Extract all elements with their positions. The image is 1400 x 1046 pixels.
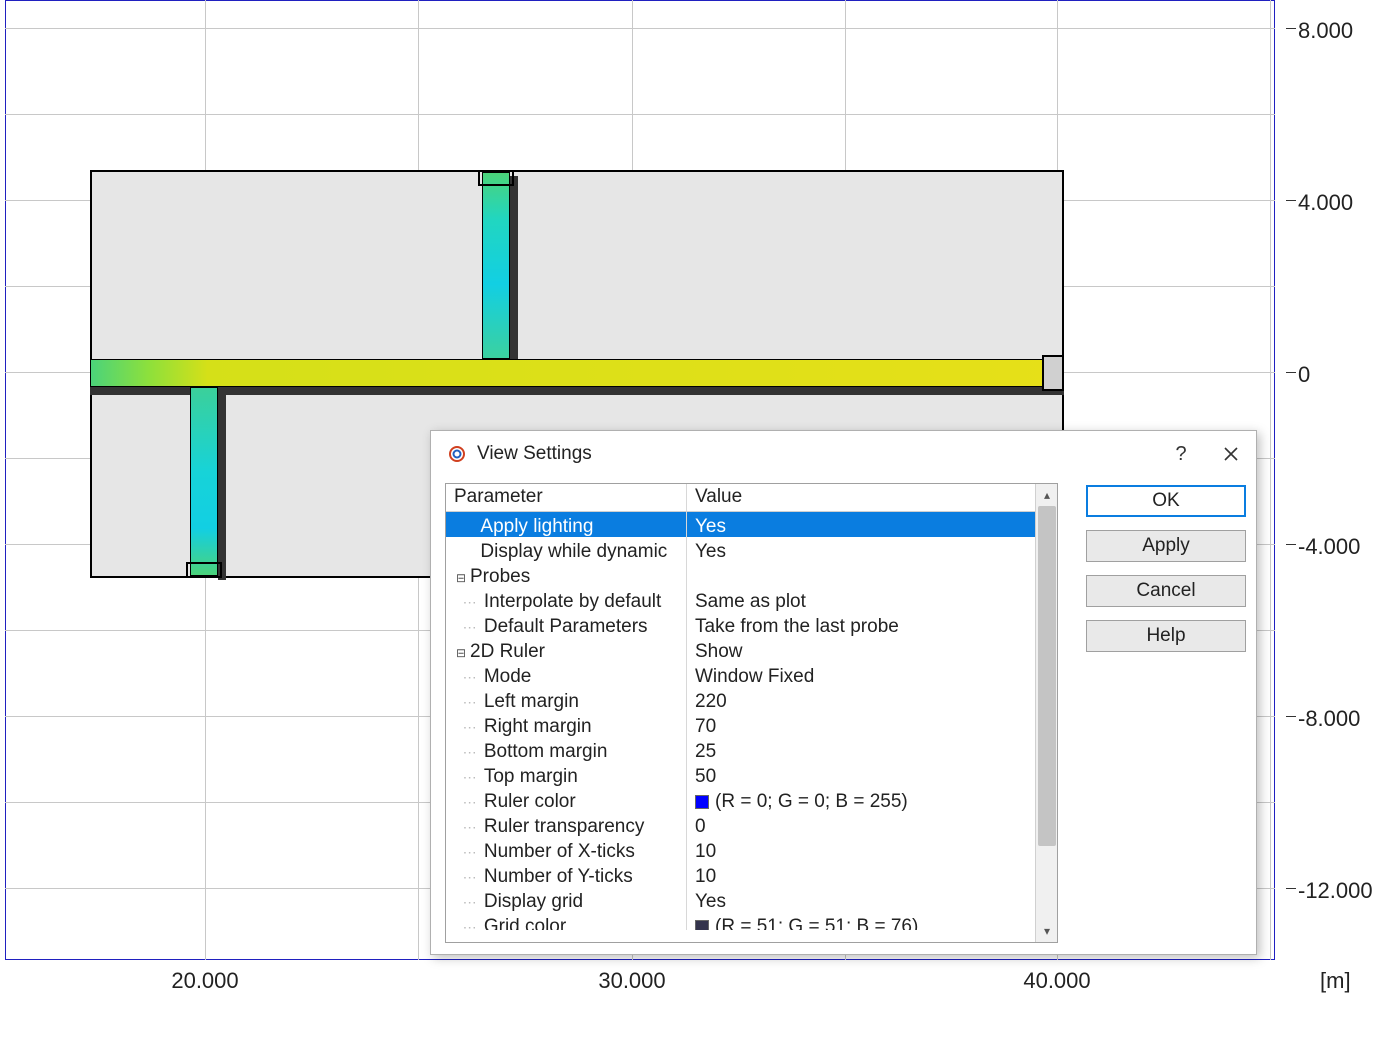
dialog-titlebar[interactable]: View Settings ? — [431, 431, 1256, 477]
axis-unit: [m] — [1320, 968, 1351, 994]
param-name[interactable]: ⋯ Ruler color — [446, 787, 686, 812]
param-name[interactable]: ⋯ Top margin — [446, 762, 686, 787]
param-name[interactable]: ⋯ Number of Y-ticks — [446, 862, 686, 887]
settings-grid[interactable]: Parameter Value Apply lightingYes Displa… — [445, 483, 1058, 943]
settings-row[interactable]: ⋯ Ruler transparency0 — [446, 812, 1057, 837]
param-value[interactable]: Yes — [686, 512, 1057, 537]
close-button[interactable] — [1206, 431, 1256, 477]
settings-row[interactable]: ⋯ Number of X-ticks10 — [446, 837, 1057, 862]
column-header-value[interactable]: Value — [686, 484, 1057, 511]
cancel-button[interactable]: Cancel — [1086, 575, 1246, 607]
param-value[interactable]: Yes — [686, 887, 1057, 912]
y-tick-label: -12.000 — [1298, 878, 1373, 904]
beam-shadow — [90, 387, 1064, 395]
settings-row[interactable]: ⋯ Grid color(R = 51; G = 51; B = 76) — [446, 912, 1057, 930]
param-name[interactable]: ⋯ Ruler transparency — [446, 812, 686, 837]
x-tick-label: 30.000 — [598, 968, 665, 994]
settings-row[interactable]: ⋯ Display gridYes — [446, 887, 1057, 912]
settings-row[interactable]: ⋯ Right margin70 — [446, 712, 1057, 737]
ok-button[interactable]: OK — [1086, 485, 1246, 517]
param-value[interactable]: Show — [686, 637, 1057, 662]
gridline-h — [5, 28, 1275, 29]
param-name[interactable]: ⋯ Bottom margin — [446, 737, 686, 762]
y-tick-label: -8.000 — [1298, 706, 1360, 732]
gridline-v — [1270, 0, 1271, 960]
y-tick-mark — [1286, 888, 1296, 889]
color-swatch — [695, 795, 709, 809]
app-icon — [447, 444, 467, 464]
x-tick-label: 40.000 — [1023, 968, 1090, 994]
view-settings-dialog[interactable]: View Settings ? Parameter Value Apply li… — [430, 430, 1257, 955]
settings-row[interactable]: ⋯ Ruler color(R = 0; G = 0; B = 255) — [446, 787, 1057, 812]
y-tick-mark — [1286, 716, 1296, 717]
y-tick-mark — [1286, 28, 1296, 29]
y-tick-mark — [1286, 544, 1296, 545]
y-tick-mark — [1286, 372, 1296, 373]
apply-button[interactable]: Apply — [1086, 530, 1246, 562]
beam-shadow — [510, 176, 518, 363]
help-dialog-button[interactable]: Help — [1086, 620, 1246, 652]
y-tick-label: 0 — [1298, 362, 1310, 388]
beam-end-cap[interactable] — [478, 170, 514, 186]
settings-row[interactable]: ⋯ Number of Y-ticks10 — [446, 862, 1057, 887]
settings-row[interactable]: ⋯ Top margin50 — [446, 762, 1057, 787]
beam-shadow — [218, 395, 226, 580]
settings-row[interactable]: ⋯ Bottom margin25 — [446, 737, 1057, 762]
settings-row[interactable]: ⊟Probes — [446, 562, 1057, 587]
settings-row[interactable]: Apply lightingYes — [446, 512, 1057, 537]
y-tick-label: 8.000 — [1298, 18, 1353, 44]
settings-row[interactable]: ⊟2D RulerShow — [446, 637, 1057, 662]
settings-row[interactable]: ⋯ Interpolate by defaultSame as plot — [446, 587, 1057, 612]
param-name[interactable]: ⋯ Number of X-ticks — [446, 837, 686, 862]
param-name[interactable]: ⊟Probes — [446, 562, 686, 587]
x-tick-label: 20.000 — [171, 968, 238, 994]
param-name[interactable]: ⋯ Display grid — [446, 887, 686, 912]
param-value[interactable]: 10 — [686, 837, 1057, 862]
param-value[interactable] — [686, 562, 1057, 587]
param-name[interactable]: Apply lighting — [446, 512, 686, 537]
settings-row[interactable]: ⋯ Left margin220 — [446, 687, 1057, 712]
vertical-beam-bottom[interactable] — [190, 387, 218, 576]
horizontal-beam[interactable] — [90, 359, 1064, 387]
param-name[interactable]: ⋯ Default Parameters — [446, 612, 686, 637]
y-tick-mark — [1286, 200, 1296, 201]
param-value[interactable]: (R = 51; G = 51; B = 76) — [686, 912, 1057, 930]
param-name[interactable]: ⊟2D Ruler — [446, 637, 686, 662]
param-value[interactable]: 25 — [686, 737, 1057, 762]
settings-row[interactable]: ⋯ ModeWindow Fixed — [446, 662, 1057, 687]
column-header-parameter[interactable]: Parameter — [446, 484, 686, 511]
param-value[interactable]: Take from the last probe — [686, 612, 1057, 637]
param-name[interactable]: Display while dynamic — [446, 537, 686, 562]
param-name[interactable]: ⋯ Right margin — [446, 712, 686, 737]
vertical-scrollbar[interactable]: ▴ ▾ — [1035, 484, 1057, 942]
param-value[interactable]: Yes — [686, 537, 1057, 562]
param-value[interactable]: (R = 0; G = 0; B = 255) — [686, 787, 1057, 812]
param-name[interactable]: ⋯ Left margin — [446, 687, 686, 712]
vertical-beam-top[interactable] — [482, 172, 510, 359]
beam-end-cap[interactable] — [186, 562, 222, 578]
settings-row[interactable]: Display while dynamicYes — [446, 537, 1057, 562]
param-value[interactable]: Same as plot — [686, 587, 1057, 612]
y-tick-label: -4.000 — [1298, 534, 1360, 560]
dialog-title: View Settings — [477, 443, 592, 465]
param-value[interactable]: 220 — [686, 687, 1057, 712]
scroll-down-icon[interactable]: ▾ — [1036, 920, 1058, 942]
settings-row[interactable]: ⋯ Default ParametersTake from the last p… — [446, 612, 1057, 637]
y-tick-label: 4.000 — [1298, 190, 1353, 216]
param-name[interactable]: ⋯ Interpolate by default — [446, 587, 686, 612]
param-value[interactable]: Window Fixed — [686, 662, 1057, 687]
param-name[interactable]: ⋯ Grid color — [446, 912, 686, 930]
param-value[interactable]: 10 — [686, 862, 1057, 887]
param-value[interactable]: 50 — [686, 762, 1057, 787]
color-swatch — [695, 920, 709, 930]
beam-end-cap[interactable] — [1042, 355, 1064, 391]
gridline-h — [5, 114, 1275, 115]
help-button[interactable]: ? — [1156, 431, 1206, 477]
param-name[interactable]: ⋯ Mode — [446, 662, 686, 687]
scroll-up-icon[interactable]: ▴ — [1036, 484, 1058, 506]
param-value[interactable]: 0 — [686, 812, 1057, 837]
scroll-thumb[interactable] — [1038, 506, 1056, 846]
param-value[interactable]: 70 — [686, 712, 1057, 737]
